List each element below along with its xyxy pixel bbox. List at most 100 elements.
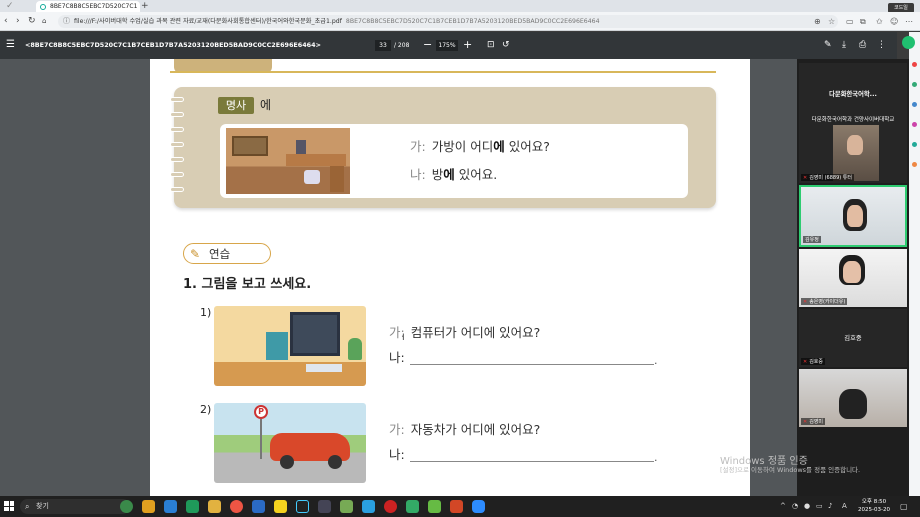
- example-answer: 나: 방에 있어요.: [410, 167, 498, 182]
- powerpoint-icon[interactable]: [450, 500, 463, 513]
- new-tab-button[interactable]: +: [141, 0, 149, 12]
- favorites-icon[interactable]: ✩: [876, 16, 883, 27]
- app-icon[interactable]: [912, 162, 917, 167]
- fit-page-icon[interactable]: ⊡: [487, 40, 495, 51]
- zoom-icon[interactable]: ⊕: [814, 16, 821, 27]
- taskbar-search[interactable]: ⌕ 찾기: [20, 499, 130, 514]
- binder-ring: [170, 142, 184, 147]
- practice-label: ✎ 연습: [183, 243, 271, 264]
- print-icon[interactable]: ⎙: [859, 40, 866, 51]
- item-number: 1): [200, 306, 212, 319]
- copilot-icon[interactable]: [902, 36, 915, 49]
- grammar-badge: 명사: [218, 97, 254, 114]
- more-icon[interactable]: ⋯: [905, 16, 913, 27]
- split-view-icon[interactable]: ⧉: [860, 16, 866, 27]
- clock-date: 2025-03-20: [858, 507, 890, 513]
- pdf-menu-icon[interactable]: ☰: [6, 39, 15, 51]
- app-icon[interactable]: [340, 500, 353, 513]
- computer-desk-illustration: [214, 306, 366, 386]
- pdf-more-icon[interactable]: ⋮: [877, 40, 886, 51]
- mic-off-icon: ✕: [803, 299, 808, 305]
- url-main: file:///F:/사이버대학 수업/실습 과목 관련 자료/교재(다문화사회…: [74, 18, 342, 25]
- rotate-icon[interactable]: ↺: [502, 40, 510, 51]
- tray-language[interactable]: A: [842, 502, 847, 511]
- notification-icon[interactable]: ▢: [900, 502, 908, 511]
- tab-title: 8BE7C8B8C5EBC7D520C7C1: [50, 3, 138, 10]
- tray-network-icon[interactable]: ◔: [792, 502, 798, 511]
- edge-icon[interactable]: [186, 500, 199, 513]
- tray-monitor-icon[interactable]: ▭: [816, 502, 823, 511]
- annotate-pen-icon[interactable]: ✎: [824, 40, 832, 51]
- file-info-icon: ⓘ: [63, 17, 70, 25]
- room-desk-illustration: [226, 128, 350, 194]
- app-icon[interactable]: [912, 82, 917, 87]
- tray-volume-icon[interactable]: ♪: [828, 502, 832, 511]
- zoom-in-icon[interactable]: +: [463, 38, 472, 52]
- grammar-particle: 에: [260, 98, 272, 112]
- tray-mic-icon[interactable]: ●: [804, 502, 810, 511]
- app-icon[interactable]: [252, 500, 265, 513]
- parking-car-illustration: P: [214, 403, 366, 483]
- video-tile-host[interactable]: 다문화한국어학... 다문화한국어학과 건양사이버대학교 ✕ 김영미 (6889)…: [799, 63, 907, 183]
- taskbar-clock[interactable]: 오후 8:50 2025-03-20: [854, 498, 894, 514]
- browser-logo-icon: ✓: [6, 1, 14, 11]
- zoom-level-input[interactable]: 175%: [436, 40, 458, 51]
- video-tile-participant[interactable]: 김유정: [799, 185, 907, 247]
- participant-label: ✕ 김호중: [801, 358, 826, 365]
- app-icon[interactable]: [318, 500, 331, 513]
- pencil-icon: ✎: [190, 247, 201, 261]
- reload-icon[interactable]: ↻: [28, 15, 36, 27]
- host-video: [833, 125, 879, 181]
- app-icon[interactable]: [912, 142, 917, 147]
- app-icon[interactable]: [912, 122, 917, 127]
- download-icon[interactable]: ⤓: [842, 40, 846, 51]
- app-icon[interactable]: [912, 62, 917, 67]
- video-tile-participant[interactable]: 김호중 ✕ 김호중: [799, 309, 907, 367]
- widget-icon[interactable]: [120, 500, 133, 513]
- url-sub: 8BE7C8B8C5EBC7D520C7C1B7CEB1D7B7A5203120…: [345, 18, 600, 25]
- kakaotalk-icon[interactable]: [274, 500, 287, 513]
- zoom-app-icon[interactable]: [472, 500, 485, 513]
- home-icon[interactable]: ⌂: [42, 15, 46, 27]
- answer-end-period: .: [654, 354, 658, 367]
- windows-taskbar: ⌕ 찾기 ^ ◔ ● ▭ ♪ A 오후 8:50 2025-03-20 ▢: [0, 496, 920, 517]
- page-number-input[interactable]: 33: [375, 40, 391, 51]
- app-icon[interactable]: [362, 500, 375, 513]
- participant-label: 김유정: [803, 236, 821, 243]
- video-tile-participant[interactable]: ✕ 송은영(카이더유): [799, 249, 907, 307]
- browser-tab-bar: ✓ 8BE7C8B8C5EBC7D520C7C1 + 코드일: [0, 0, 920, 13]
- pdf-page: 명사 에 가: 가방이 어디에 있어요? 나: 방에 있어요. ✎ 연습 1. 그림…: [150, 59, 750, 496]
- app-icon[interactable]: [912, 102, 917, 107]
- zoom-out-icon[interactable]: −: [423, 38, 432, 52]
- activation-watermark-text: [설정]으로 이동하여 Windows를 정품 인증합니다.: [720, 466, 861, 474]
- participant-name: 김호중: [844, 335, 862, 342]
- pdf-viewport[interactable]: 명사 에 가: 가방이 어디에 있어요? 나: 방에 있어요. ✎ 연습 1. 그림…: [0, 59, 897, 496]
- bookmark-star-icon[interactable]: ☆: [828, 16, 835, 27]
- video-tile-participant[interactable]: ✕ 김영미: [799, 369, 907, 427]
- app-icon[interactable]: [142, 500, 155, 513]
- back-icon[interactable]: ‹: [4, 15, 8, 27]
- section-divider: [170, 71, 716, 73]
- binder-ring: [170, 127, 184, 132]
- profile-icon[interactable]: ☺: [890, 16, 898, 27]
- app-icon[interactable]: [428, 500, 441, 513]
- mic-off-icon: ✕: [803, 175, 808, 181]
- chrome-icon[interactable]: [230, 500, 243, 513]
- item-number: 2): [200, 403, 212, 416]
- record-icon[interactable]: [384, 500, 397, 513]
- text-cursor-icon: I: [402, 333, 405, 343]
- browser-tab[interactable]: 8BE7C8B8C5EBC7D520C7C1: [36, 1, 140, 12]
- mic-off-icon: ✕: [803, 359, 808, 365]
- url-input[interactable]: ⓘ file:///F:/사이버대학 수업/실습 과목 관련 자료/교재(다문화…: [58, 15, 838, 28]
- item-answer-label: 나:: [389, 447, 405, 462]
- tray-chevron-icon[interactable]: ^: [780, 502, 786, 511]
- forward-icon[interactable]: ›: [16, 15, 20, 27]
- app-icon[interactable]: [406, 500, 419, 513]
- app-icon[interactable]: [164, 500, 177, 513]
- page-total: / 208: [394, 42, 410, 49]
- extension-icon[interactable]: ▭: [846, 16, 854, 27]
- file-explorer-icon[interactable]: [208, 500, 221, 513]
- item-question: 가: 컴퓨터가 어디에 있어요?: [389, 325, 541, 340]
- app-icon[interactable]: [296, 500, 309, 513]
- start-windows-icon[interactable]: [4, 501, 14, 511]
